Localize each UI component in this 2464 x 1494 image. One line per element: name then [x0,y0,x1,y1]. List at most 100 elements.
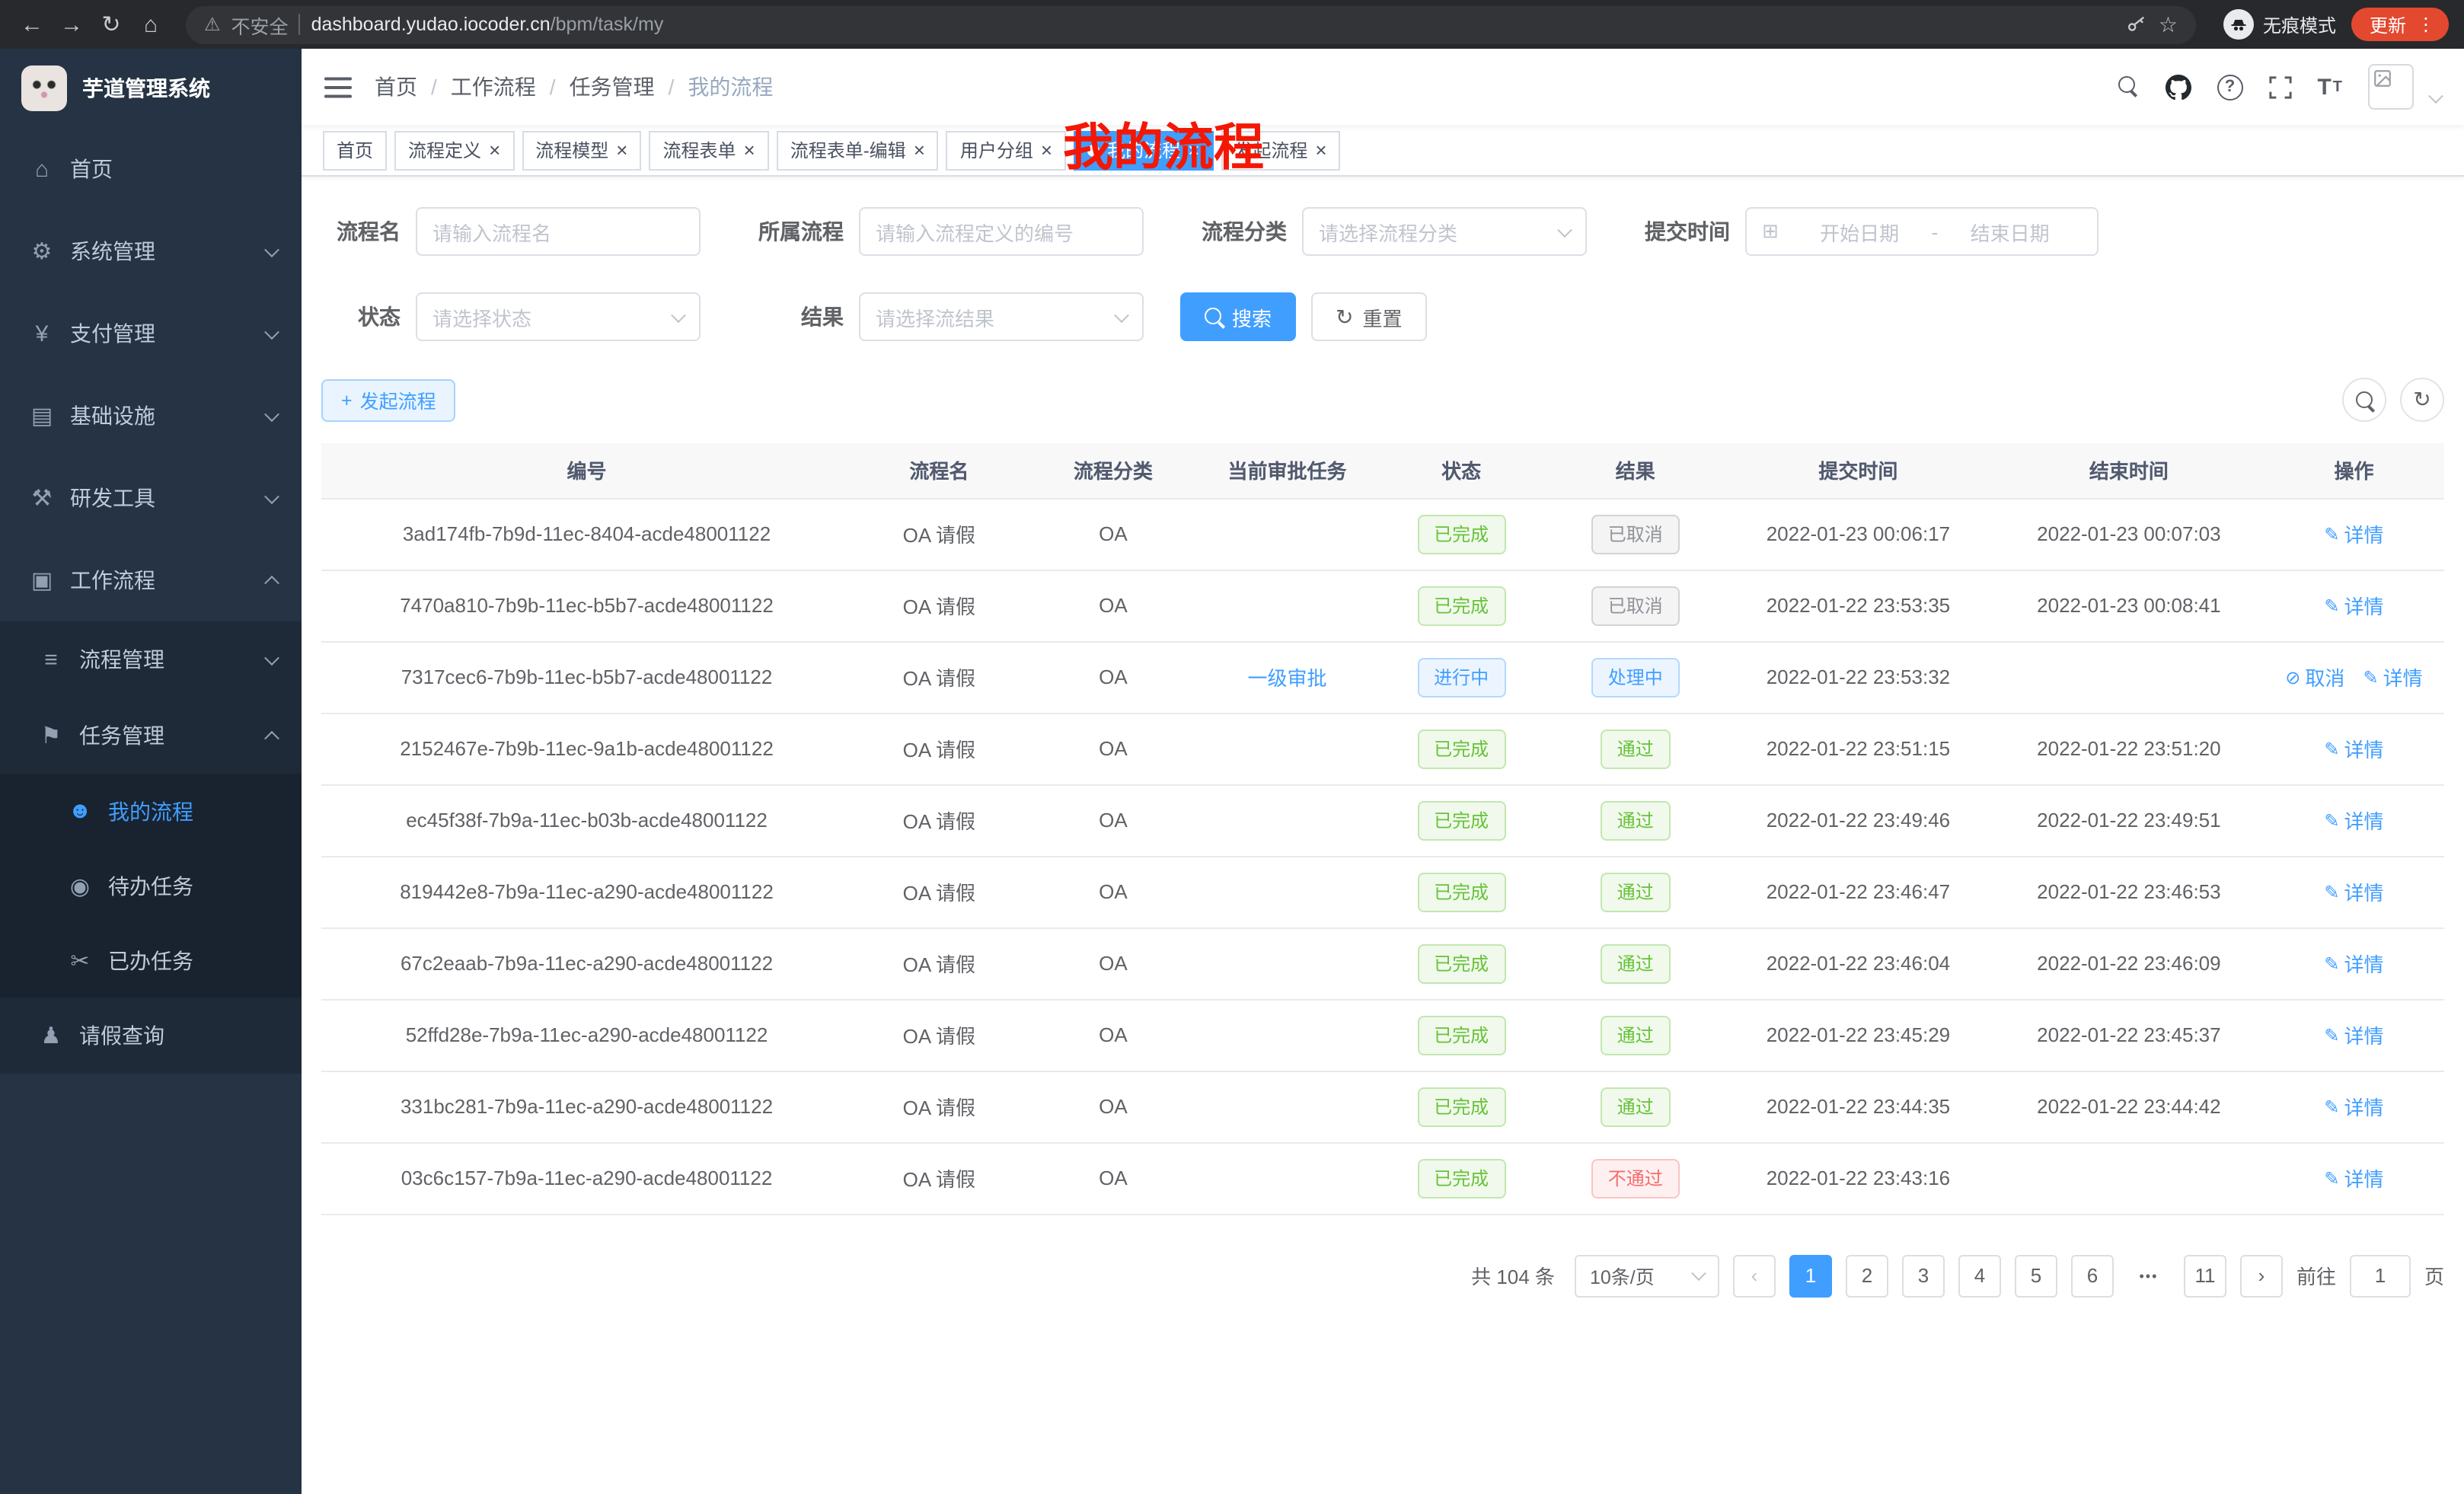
tab-process-model[interactable]: 流程模型 × [522,130,641,170]
process-name-input[interactable]: 请输入流程名 [416,207,701,256]
sidebar-item-dev-tools[interactable]: ⚒研发工具 [0,457,302,539]
tab-home[interactable]: 首页 [323,130,387,170]
chevron-down-icon[interactable] [2428,88,2443,103]
toggle-search-button[interactable] [2342,378,2386,422]
reload-icon[interactable]: ↻ [94,11,128,38]
fullscreen-icon[interactable] [2268,75,2291,98]
create-process-button[interactable]: + 发起流程 [321,378,456,421]
tab-close-icon[interactable]: × [489,140,500,160]
reset-button[interactable]: ↻ 重置 [1311,292,1427,341]
detail-action-link[interactable]: ✎详情 [2324,734,2383,763]
sidebar-item-system-management[interactable]: ⚙系统管理 [0,210,302,292]
tab-process-definition[interactable]: 流程定义× [394,130,514,170]
status-select[interactable]: 请选择状态 [416,292,701,341]
sidebar-item-payment-management[interactable]: ¥支付管理 [0,292,302,375]
navbar-actions: ? TT [2118,64,2441,110]
detail-action-link[interactable]: ✎详情 [2324,877,2383,906]
tab-label: 流程模型 [535,137,608,163]
sidebar-item-infrastructure[interactable]: ▤基础设施 [0,375,302,457]
page-button-3[interactable]: 3 [1902,1254,1945,1297]
sidebar-item-leave-query[interactable]: ♟请假查询 [0,998,302,1074]
category-select[interactable]: 请选择流程分类 [1302,207,1587,256]
tab-process-form-edit[interactable]: 流程表单-编辑× [777,130,939,170]
cell-status: 已完成 [1374,498,1549,570]
cell-end-time: 2022-01-23 00:07:03 [1994,498,2264,570]
search-button[interactable]: 搜索 [1180,292,1296,341]
sidebar-item-done-task[interactable]: ✂已办任务 [0,923,302,998]
tab-close-icon[interactable]: × [914,140,925,160]
sidebar-item-my-process[interactable]: ☻我的流程 [0,774,302,848]
update-button[interactable]: 更新 ⋮ [2351,8,2449,41]
tab-close-icon[interactable]: × [744,140,755,160]
tab-process-form[interactable]: 流程表单× [649,130,768,170]
breadcrumb-item[interactable]: 首页 [375,72,417,102]
cell-current-task [1200,927,1374,999]
cell-status: 已完成 [1374,927,1549,999]
detail-icon: ✎ [2363,666,2378,688]
logo-image [21,65,67,111]
breadcrumb-item[interactable]: 任务管理 [570,72,655,102]
sidebar-item-todo-task[interactable]: ◉待办任务 [0,848,302,923]
detail-action-link[interactable]: ✎详情 [2324,1020,2383,1049]
detail-action-link[interactable]: ✎详情 [2363,662,2422,691]
page-button-1[interactable]: 1 [1789,1254,1832,1297]
process-def-input[interactable]: 请输入流程定义的编号 [859,207,1144,256]
password-key-icon[interactable] [2127,14,2148,35]
tab-close-icon[interactable]: × [1315,140,1326,160]
browser-menu-icon[interactable]: ⋮ [2417,14,2435,35]
url-text[interactable]: dashboard.yudao.iocoder.cn/bpm/task/my [311,14,664,35]
cancel-action-link[interactable]: ⊘取消 [2285,662,2344,691]
avatar[interactable] [2368,64,2414,110]
page-button-6[interactable]: 6 [2071,1254,2114,1297]
detail-action-link[interactable]: ✎详情 [2324,806,2383,835]
hamburger-icon[interactable] [324,75,352,98]
page-button-11[interactable]: 11 [2184,1254,2226,1297]
sidebar-item-home[interactable]: ⌂首页 [0,128,302,210]
status-tag: 已完成 [1417,729,1505,768]
tab-close-icon[interactable]: × [616,140,627,160]
result-select[interactable]: 请选择流结果 [859,292,1144,341]
tab-close-icon[interactable]: × [1041,140,1052,160]
detail-action-link[interactable]: ✎详情 [2324,1164,2383,1192]
detail-action-link[interactable]: ✎详情 [2324,1092,2383,1121]
home-icon[interactable]: ⌂ [134,11,168,37]
cell-end-time [1994,641,2264,713]
page-ellipsis[interactable]: ••• [2127,1254,2170,1297]
bookmark-star-icon[interactable]: ☆ [2159,11,2178,37]
page-button-4[interactable]: 4 [1958,1254,2001,1297]
cell-end-time: 2022-01-22 23:46:53 [1994,856,2264,927]
prev-page-button[interactable]: ‹ [1733,1254,1776,1297]
forward-icon[interactable]: → [55,11,88,37]
github-icon[interactable] [2165,74,2191,100]
sidebar-item-task-management[interactable]: ⚑任务管理 [0,698,302,774]
system-management-icon: ⚙ [27,238,56,265]
breadcrumb-item[interactable]: 工作流程 [451,72,536,102]
tab-user-group[interactable]: 用户分组× [946,130,1066,170]
page-size-select[interactable]: 10条/页 [1575,1254,1719,1297]
result-tag: 处理中 [1591,657,1680,697]
detail-action-link[interactable]: ✎详情 [2324,591,2383,620]
back-icon[interactable]: ← [15,11,49,37]
next-page-button[interactable]: › [2240,1254,2283,1297]
cell-end-time [1994,1142,2264,1214]
goto-page-input[interactable]: 1 [2350,1254,2411,1297]
page-button-2[interactable]: 2 [1846,1254,1888,1297]
font-size-icon[interactable]: TT [2317,74,2342,100]
sidebar-item-workflow[interactable]: ▣工作流程 [0,539,302,621]
sidebar-item-process-management[interactable]: ≡流程管理 [0,621,302,698]
refresh-table-button[interactable]: ↻ [2400,378,2444,422]
detail-action-link[interactable]: ✎详情 [2324,519,2383,548]
address-bar[interactable]: ⚠ 不安全 dashboard.yudao.iocoder.cn/bpm/tas… [186,5,2196,43]
search-icon[interactable] [2118,76,2139,97]
action-label: 详情 [2344,1020,2384,1049]
logo[interactable]: 芋道管理系统 [0,49,302,128]
current-task-link[interactable]: 一级审批 [1248,667,1327,690]
page-button-5[interactable]: 5 [2015,1254,2057,1297]
submit-time-range[interactable]: ⊞ 开始日期 - 结束日期 [1745,207,2099,256]
page-size-value: 10条/页 [1590,1261,1655,1290]
cell-actions: ✎详情 [2264,1071,2444,1142]
help-icon[interactable]: ? [2217,74,2242,100]
filter-form: 流程名 请输入流程名 所属流程 请输入流程定义的编号 流 [302,177,2464,341]
security-label[interactable]: 不安全 [231,10,289,39]
detail-action-link[interactable]: ✎详情 [2324,949,2383,978]
